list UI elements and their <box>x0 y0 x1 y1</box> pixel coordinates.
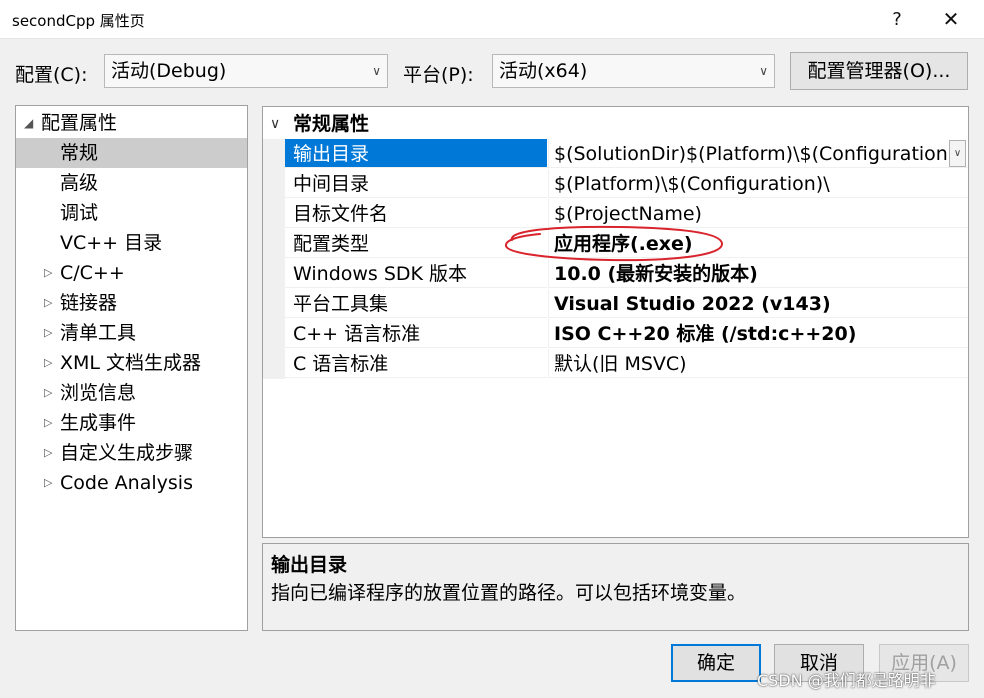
property-name[interactable]: Windows SDK 版本 <box>285 259 547 288</box>
property-name[interactable]: C 语言标准 <box>285 349 547 378</box>
property-row[interactable]: 中间目录 $(Platform)\$(Configuration)\ <box>263 169 968 199</box>
tree-item-label: 生成事件 <box>60 412 137 434</box>
tree-item-label: 常规 <box>60 142 99 164</box>
chevron-down-icon: ∨ <box>372 64 381 78</box>
row-gutter <box>263 139 285 169</box>
tree-item[interactable]: VC++ 目录 <box>16 228 247 258</box>
property-name[interactable]: 中间目录 <box>285 169 547 198</box>
platform-label: 平台(P): <box>403 64 474 86</box>
property-row[interactable]: C++ 语言标准 ISO C++20 标准 (/std:c++20) <box>263 319 968 349</box>
description-text: 指向已编译程序的放置位置的路径。可以包括环境变量。 <box>271 582 747 604</box>
tree-item[interactable]: ▷ 自定义生成步骤 <box>16 438 247 468</box>
window-title: secondCpp 属性页 <box>12 12 145 30</box>
ok-button[interactable]: 确定 <box>671 644 761 682</box>
collapsed-arrow-icon[interactable]: ▷ <box>44 438 52 468</box>
property-grid[interactable]: ∨ 常规属性 输出目录 $(SolutionDir)$(Platform)\$(C… <box>262 106 969 538</box>
collapsed-arrow-icon[interactable]: ▷ <box>44 348 52 378</box>
tree-item-label: 自定义生成步骤 <box>60 442 194 464</box>
property-value[interactable]: 10.0 (最新安装的版本) <box>548 259 968 288</box>
property-value[interactable]: Visual Studio 2022 (v143) <box>548 289 968 318</box>
row-gutter <box>263 319 285 349</box>
description-panel: 输出目录 指向已编译程序的放置位置的路径。可以包括环境变量。 <box>262 543 969 631</box>
tree-item-label: Code Analysis <box>60 472 193 494</box>
config-value: 活动(Debug) <box>111 60 227 82</box>
chevron-down-icon[interactable]: ∨ <box>949 140 966 167</box>
tree-item-label: VC++ 目录 <box>60 232 163 254</box>
collapsed-arrow-icon[interactable]: ▷ <box>44 318 52 348</box>
property-name[interactable]: 目标文件名 <box>285 199 547 228</box>
tree-item-label: 配置属性 <box>41 112 118 134</box>
tree-item-label: C/C++ <box>60 262 125 284</box>
property-row[interactable]: 输出目录 $(SolutionDir)$(Platform)\$(Configur… <box>263 139 968 169</box>
tree-item[interactable]: ▷ Code Analysis <box>16 468 247 498</box>
row-gutter <box>263 259 285 289</box>
property-name[interactable]: C++ 语言标准 <box>285 319 547 348</box>
platform-dropdown[interactable]: 活动(x64) ∨ <box>492 54 775 88</box>
collapsed-arrow-icon[interactable]: ▷ <box>44 468 52 498</box>
row-gutter <box>263 199 285 229</box>
close-button[interactable]: ✕ <box>928 4 974 34</box>
collapsed-arrow-icon[interactable]: ▷ <box>44 378 52 408</box>
tree-item[interactable]: 高级 <box>16 168 247 198</box>
category-header[interactable]: ∨ 常规属性 <box>263 109 968 139</box>
property-value[interactable]: $(SolutionDir)$(Platform)\$(Configuratio… <box>548 139 968 168</box>
tree-item[interactable]: ◢ 配置属性 <box>16 108 247 138</box>
expanded-arrow-icon[interactable]: ◢ <box>24 108 33 138</box>
tree-item-label: 调试 <box>60 202 99 224</box>
collapsed-arrow-icon[interactable]: ▷ <box>44 288 52 318</box>
property-row[interactable]: Windows SDK 版本 10.0 (最新安装的版本) <box>263 259 968 289</box>
property-row[interactable]: C 语言标准 默认(旧 MSVC) <box>263 349 968 379</box>
tree-item-label: 高级 <box>60 172 99 194</box>
property-value[interactable]: $(ProjectName) <box>548 199 968 228</box>
category-label: 常规属性 <box>293 113 370 135</box>
platform-value: 活动(x64) <box>499 60 588 82</box>
property-name[interactable]: 输出目录 <box>285 139 547 168</box>
property-row[interactable]: 配置类型 应用程序(.exe) <box>263 229 968 259</box>
config-label: 配置(C): <box>15 64 88 86</box>
row-gutter <box>263 289 285 319</box>
tree-item[interactable]: 常规 <box>16 138 247 168</box>
tree-item-label: 浏览信息 <box>60 382 137 404</box>
tree-item[interactable]: ▷ 生成事件 <box>16 408 247 438</box>
property-value[interactable]: 默认(旧 MSVC) <box>548 349 968 378</box>
config-dropdown[interactable]: 活动(Debug) ∨ <box>104 54 388 88</box>
property-value[interactable]: $(Platform)\$(Configuration)\ <box>548 169 968 198</box>
tree-item-label: XML 文档生成器 <box>60 352 202 374</box>
chevron-down-icon[interactable]: ∨ <box>270 109 280 139</box>
property-tree[interactable]: ◢ 配置属性常规高级调试 VC++ 目录 ▷ C/C++ ▷ 链接器 ▷ 清单工具 ▷ XML 文档… <box>15 105 248 631</box>
property-row[interactable]: 目标文件名 $(ProjectName) <box>263 199 968 229</box>
chevron-down-icon: ∨ <box>759 64 768 78</box>
property-value[interactable]: ISO C++20 标准 (/std:c++20) <box>548 319 968 348</box>
tree-item[interactable]: ▷ 链接器 <box>16 288 247 318</box>
close-icon: ✕ <box>942 7 960 31</box>
tree-item[interactable]: ▷ 浏览信息 <box>16 378 247 408</box>
watermark: CSDN @我们都是路明非 <box>757 671 936 690</box>
collapsed-arrow-icon[interactable]: ▷ <box>44 258 52 288</box>
row-gutter <box>263 169 285 199</box>
property-name[interactable]: 配置类型 <box>285 229 547 258</box>
description-title: 输出目录 <box>271 554 348 576</box>
row-gutter <box>263 229 285 259</box>
tree-item[interactable]: ▷ C/C++ <box>16 258 247 288</box>
tree-item[interactable]: 调试 <box>16 198 247 228</box>
property-row[interactable]: 平台工具集 Visual Studio 2022 (v143) <box>263 289 968 319</box>
tree-item-label: 清单工具 <box>60 322 137 344</box>
property-value[interactable]: 应用程序(.exe) <box>548 229 968 258</box>
row-gutter <box>263 349 285 379</box>
help-icon: ? <box>892 8 902 30</box>
tree-item[interactable]: ▷ XML 文档生成器 <box>16 348 247 378</box>
tree-item[interactable]: ▷ 清单工具 <box>16 318 247 348</box>
tree-item-label: 链接器 <box>60 292 118 314</box>
collapsed-arrow-icon[interactable]: ▷ <box>44 408 52 438</box>
config-manager-button[interactable]: 配置管理器(O)... <box>790 52 968 90</box>
title-bar: secondCpp 属性页 ? ✕ <box>0 0 984 39</box>
help-button[interactable]: ? <box>874 4 920 34</box>
property-name[interactable]: 平台工具集 <box>285 289 547 318</box>
